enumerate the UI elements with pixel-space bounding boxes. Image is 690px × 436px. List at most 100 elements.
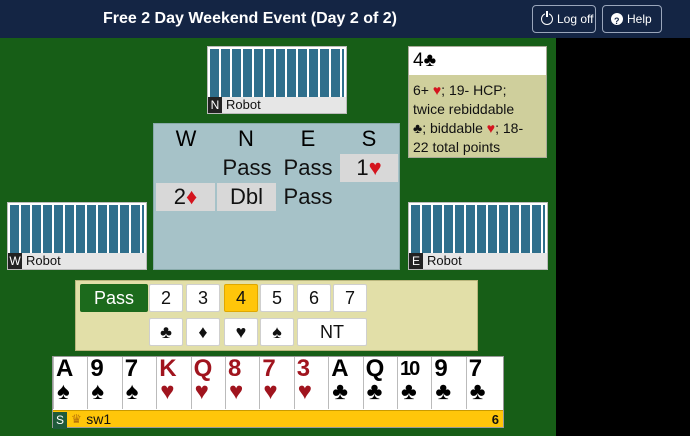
explanation-bid: 4♣ xyxy=(409,47,546,75)
playing-card[interactable]: 7 ♠ xyxy=(121,355,156,409)
club-icon: ♣ xyxy=(423,50,437,71)
playing-card[interactable]: 8 ♥ xyxy=(225,355,259,409)
club-icon: ♣ xyxy=(332,378,348,405)
playing-card[interactable]: A ♣ xyxy=(328,355,363,409)
club-icon: ♣ xyxy=(160,322,172,342)
playing-card[interactable]: A ♠ xyxy=(53,355,87,409)
playing-card[interactable]: 10 ♣ xyxy=(397,357,431,409)
explanation-line-1a: 6+ xyxy=(413,82,433,98)
level-6-button[interactable]: 6 xyxy=(297,284,331,312)
auction-header-n: N xyxy=(238,126,254,151)
auction-box: W N E S Pass Pass 1♥ 2♦ Dbl Pass xyxy=(153,123,400,270)
diamond-icon: ♦ xyxy=(198,322,208,342)
level-7-button[interactable]: 7 xyxy=(333,284,367,312)
club-icon: ♣ xyxy=(401,378,417,405)
auction-header-s: S xyxy=(361,126,377,151)
spade-icon: ♠ xyxy=(91,378,105,405)
north-player-label: N Robot xyxy=(208,97,346,113)
seat-badge: S xyxy=(53,412,67,429)
player-name: Robot xyxy=(226,97,261,112)
club-icon: ♣ xyxy=(435,378,452,405)
auction-header-e: E xyxy=(300,126,316,151)
auction-bid-n2: Dbl xyxy=(217,183,276,211)
club-icon: ♣ xyxy=(469,378,486,405)
spade-button[interactable]: ♠ xyxy=(260,318,294,346)
playing-card[interactable]: Q ♣ xyxy=(362,355,397,409)
player-name: Robot xyxy=(26,253,61,268)
heart-icon: ♥ xyxy=(160,378,175,405)
crown-icon: ♛ xyxy=(71,412,82,426)
south-player-bar: S ♛ sw1 6 xyxy=(53,410,503,429)
east-player-label: E Robot xyxy=(409,253,547,269)
explanation-text: 6+ ♥; 19- HCP; twice rebiddable ♣; bidda… xyxy=(409,75,546,157)
explanation-line-3d: ; 18- xyxy=(495,120,524,136)
club-button[interactable]: ♣ xyxy=(149,318,183,346)
help-label: Help xyxy=(627,12,652,26)
player-name: sw1 xyxy=(86,411,112,427)
explanation-line-3b: ; biddable xyxy=(422,120,487,136)
card-backs xyxy=(10,205,144,255)
seat-badge: W xyxy=(8,253,22,269)
west-player-label: W Robot xyxy=(8,253,146,269)
bid-level: 1 xyxy=(356,155,369,180)
player-name: Robot xyxy=(427,253,462,268)
question-icon xyxy=(611,8,623,34)
event-title: Free 2 Day Weekend Event (Day 2 of 2) xyxy=(102,10,398,27)
playing-card[interactable]: 7 ♥ xyxy=(259,355,294,409)
playing-card[interactable]: 7 ♣ xyxy=(465,355,500,409)
seat-badge: E xyxy=(409,253,423,269)
level-3-button[interactable]: 3 xyxy=(186,284,220,312)
bid-explanation: 4♣ 6+ ♥; 19- HCP; twice rebiddable ♣; bi… xyxy=(408,46,547,158)
top-bar: Free 2 Day Weekend Event (Day 2 of 2) Lo… xyxy=(0,0,690,38)
card-backs xyxy=(210,49,344,99)
club-icon: ♣ xyxy=(413,120,423,136)
logoff-label: Log off xyxy=(557,12,594,26)
seat-badge: N xyxy=(208,97,222,113)
auction-header-w: W xyxy=(175,126,197,151)
level-5-button[interactable]: 5 xyxy=(260,284,294,312)
heart-icon: ♥ xyxy=(235,322,247,342)
diamond-button[interactable]: ♦ xyxy=(186,318,220,346)
power-icon xyxy=(541,11,553,25)
auction-bid-w2: 2♦ xyxy=(156,183,215,211)
explanation-line-2: twice rebiddable xyxy=(413,101,515,117)
east-hand: E Robot xyxy=(408,202,548,270)
help-button[interactable]: Help xyxy=(602,5,662,34)
level-2-button[interactable]: 2 xyxy=(149,284,183,312)
heart-icon: ♥ xyxy=(229,378,244,405)
level-4-button[interactable]: 4 xyxy=(224,284,258,312)
auction-bid-n1: Pass xyxy=(222,155,272,180)
west-hand: W Robot xyxy=(7,202,147,270)
heart-button[interactable]: ♥ xyxy=(224,318,258,346)
diamond-icon: ♦ xyxy=(186,184,198,209)
bid-level: 2 xyxy=(173,184,186,209)
playing-card[interactable]: Q ♥ xyxy=(190,355,225,409)
score-badge: 6 xyxy=(491,412,499,427)
playing-card[interactable]: 3 ♥ xyxy=(293,355,328,409)
heart-icon: ♥ xyxy=(432,82,442,98)
playing-card[interactable]: K ♥ xyxy=(156,355,191,409)
south-hand: A ♠ 9 ♠ 7 ♠ K ♥ Q ♥ 8 ♥ 7 ♥ 3 ♥ A ♣ Q ♣ 10 ♣ 9 ♣ 7 ♣ S ♛ sw1 6 xyxy=(52,355,504,429)
bid-level: 4 xyxy=(413,50,424,71)
auction-bid-e2: Pass xyxy=(283,184,333,209)
north-hand: N Robot xyxy=(207,46,347,114)
heart-icon: ♥ xyxy=(486,120,496,136)
logoff-button[interactable]: Log off xyxy=(532,5,596,33)
heart-icon: ♥ xyxy=(368,155,382,180)
explanation-line-4: 22 total points xyxy=(413,139,501,155)
playing-card[interactable]: 9 ♠ xyxy=(87,355,122,409)
playing-card[interactable]: 9 ♣ xyxy=(431,355,466,409)
pass-button[interactable]: Pass xyxy=(80,284,148,312)
heart-icon: ♥ xyxy=(263,378,278,405)
explanation-line-1c: ; 19- HCP; xyxy=(441,82,507,98)
spade-icon: ♠ xyxy=(57,378,70,405)
heart-icon: ♥ xyxy=(194,378,209,405)
bidding-panel: Pass 2 3 4 5 6 7 ♣ ♦ ♥ ♠ NT xyxy=(75,280,478,351)
auction-bid-e1: Pass xyxy=(283,155,333,180)
spade-icon: ♠ xyxy=(272,322,282,342)
spade-icon: ♠ xyxy=(125,378,139,405)
heart-icon: ♥ xyxy=(297,378,313,405)
card-backs xyxy=(411,205,545,255)
nt-button[interactable]: NT xyxy=(297,318,367,346)
club-icon: ♣ xyxy=(366,378,383,405)
